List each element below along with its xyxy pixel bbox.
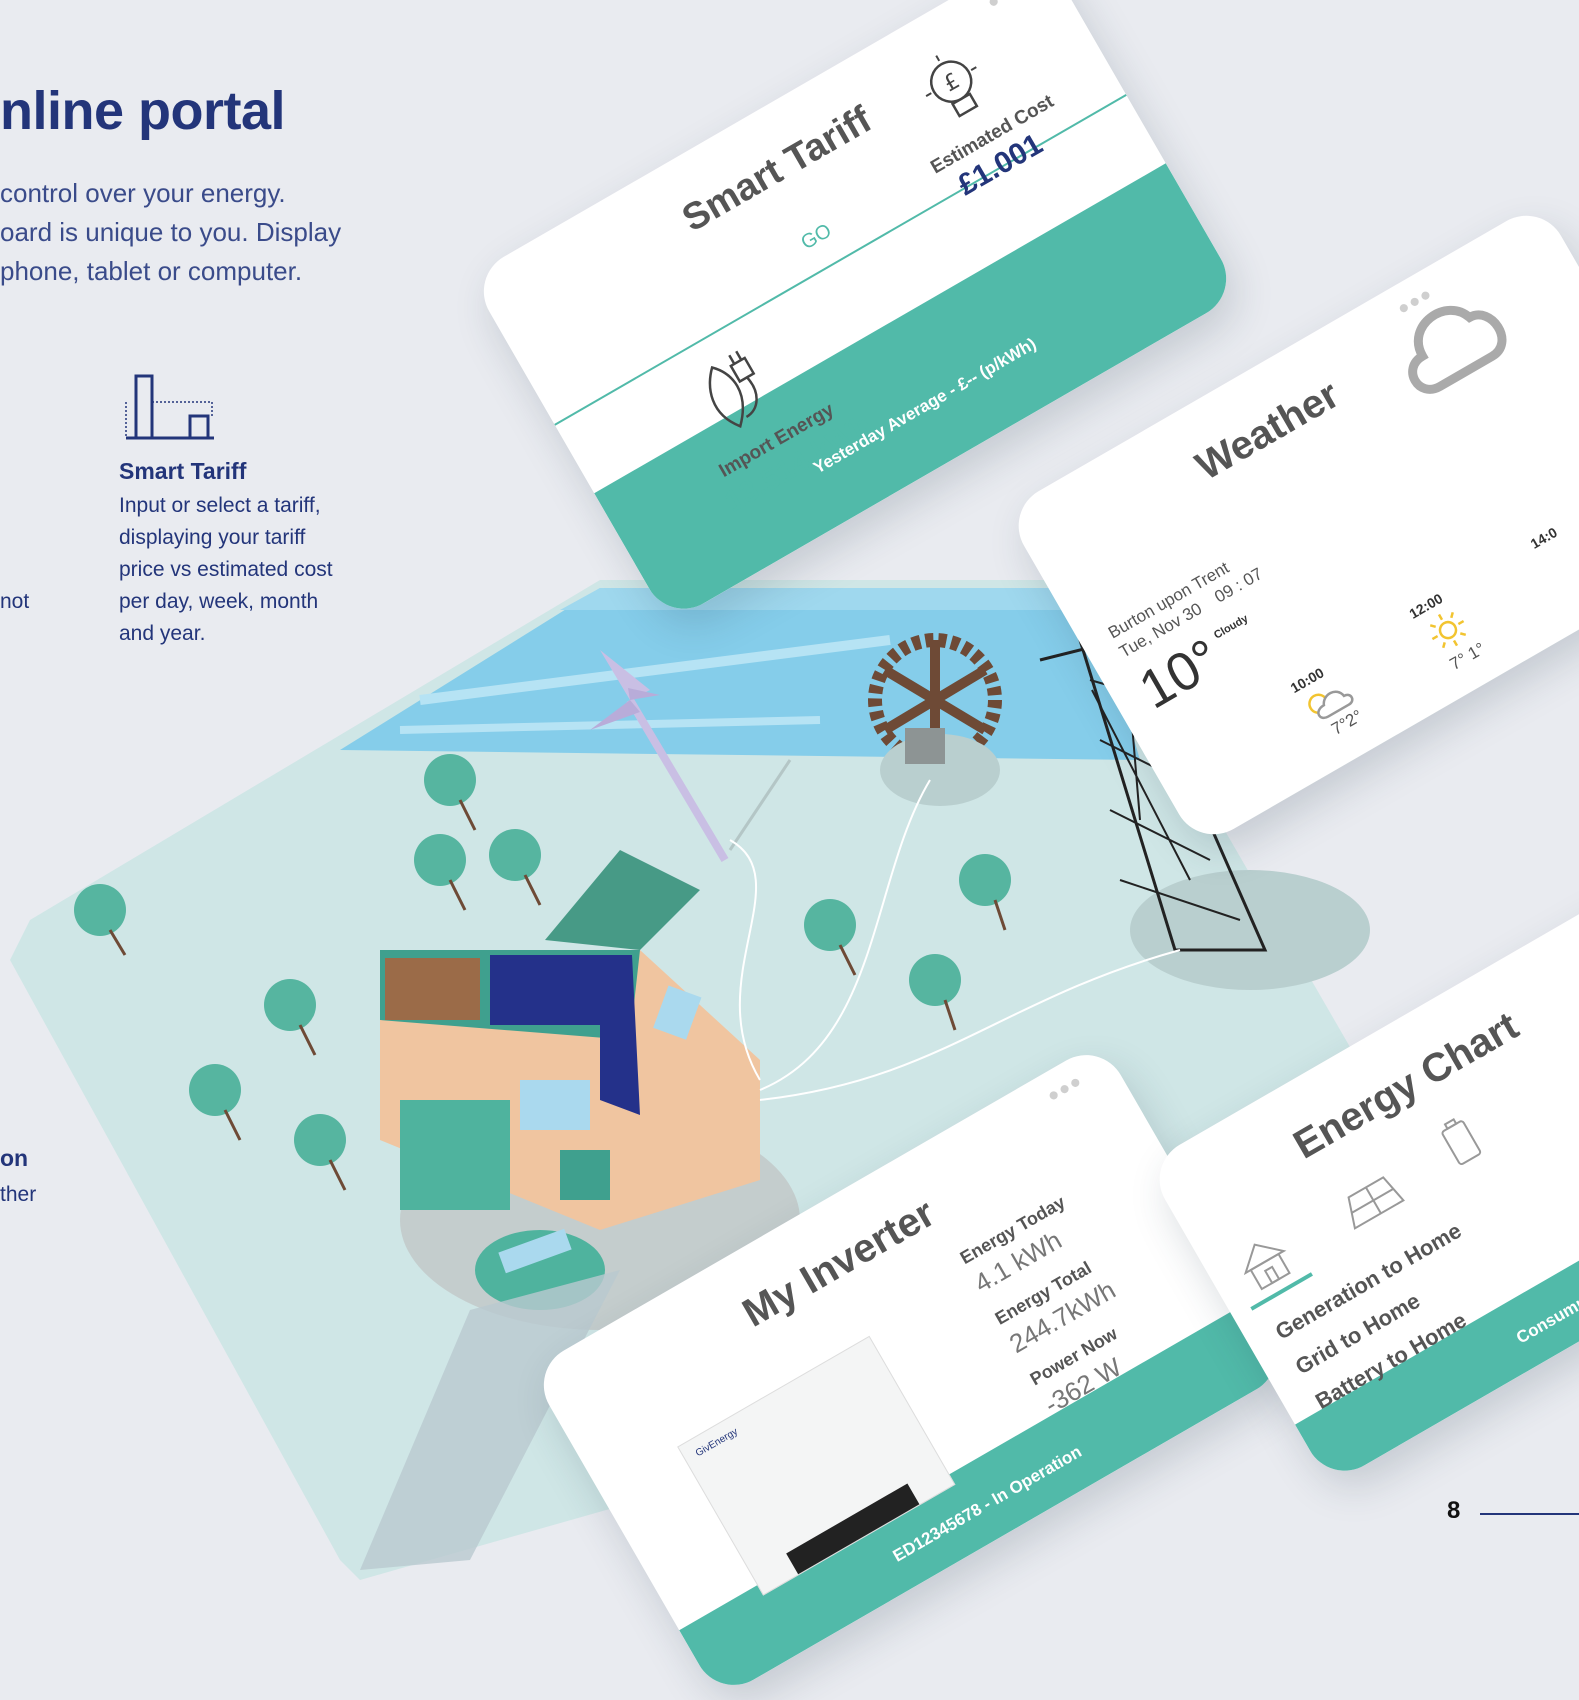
feature-line-2: displaying your tariff: [119, 526, 306, 549]
smart-tariff-title: Smart Tariff: [675, 98, 879, 241]
bar-chart-icon: [125, 374, 214, 440]
more-options-icon[interactable]: •••: [981, 0, 1030, 20]
svg-text:£: £: [940, 69, 965, 98]
go-label[interactable]: GO: [797, 220, 835, 255]
intro-line-3: phone, tablet or computer.: [0, 256, 303, 286]
weather-title: Weather: [1188, 372, 1347, 489]
battery-icon[interactable]: [1431, 1109, 1491, 1172]
cloud-icon: [1408, 305, 1507, 394]
feature-line-3: price vs estimated cost: [119, 558, 333, 581]
forecast-time-3: 14:0: [1527, 523, 1560, 552]
intro-line-1: control over your energy.: [0, 178, 286, 208]
inverter-brand: GivEnergy: [693, 1426, 740, 1460]
feature-line-1: Input or select a tariff,: [119, 494, 321, 517]
home-icon[interactable]: [1227, 1226, 1304, 1299]
intro-line-2: oard is unique to you. Display: [0, 217, 342, 247]
solar-panel-icon[interactable]: [1324, 1159, 1410, 1237]
page-number-rule: [1480, 1513, 1579, 1515]
weather-condition: Cloudy: [1211, 612, 1251, 642]
inverter-more-options-icon[interactable]: •••: [1041, 1065, 1090, 1113]
page-number: 8: [1447, 1497, 1461, 1524]
feature-title: Smart Tariff: [119, 458, 247, 484]
page-title: nline portal: [0, 81, 286, 141]
